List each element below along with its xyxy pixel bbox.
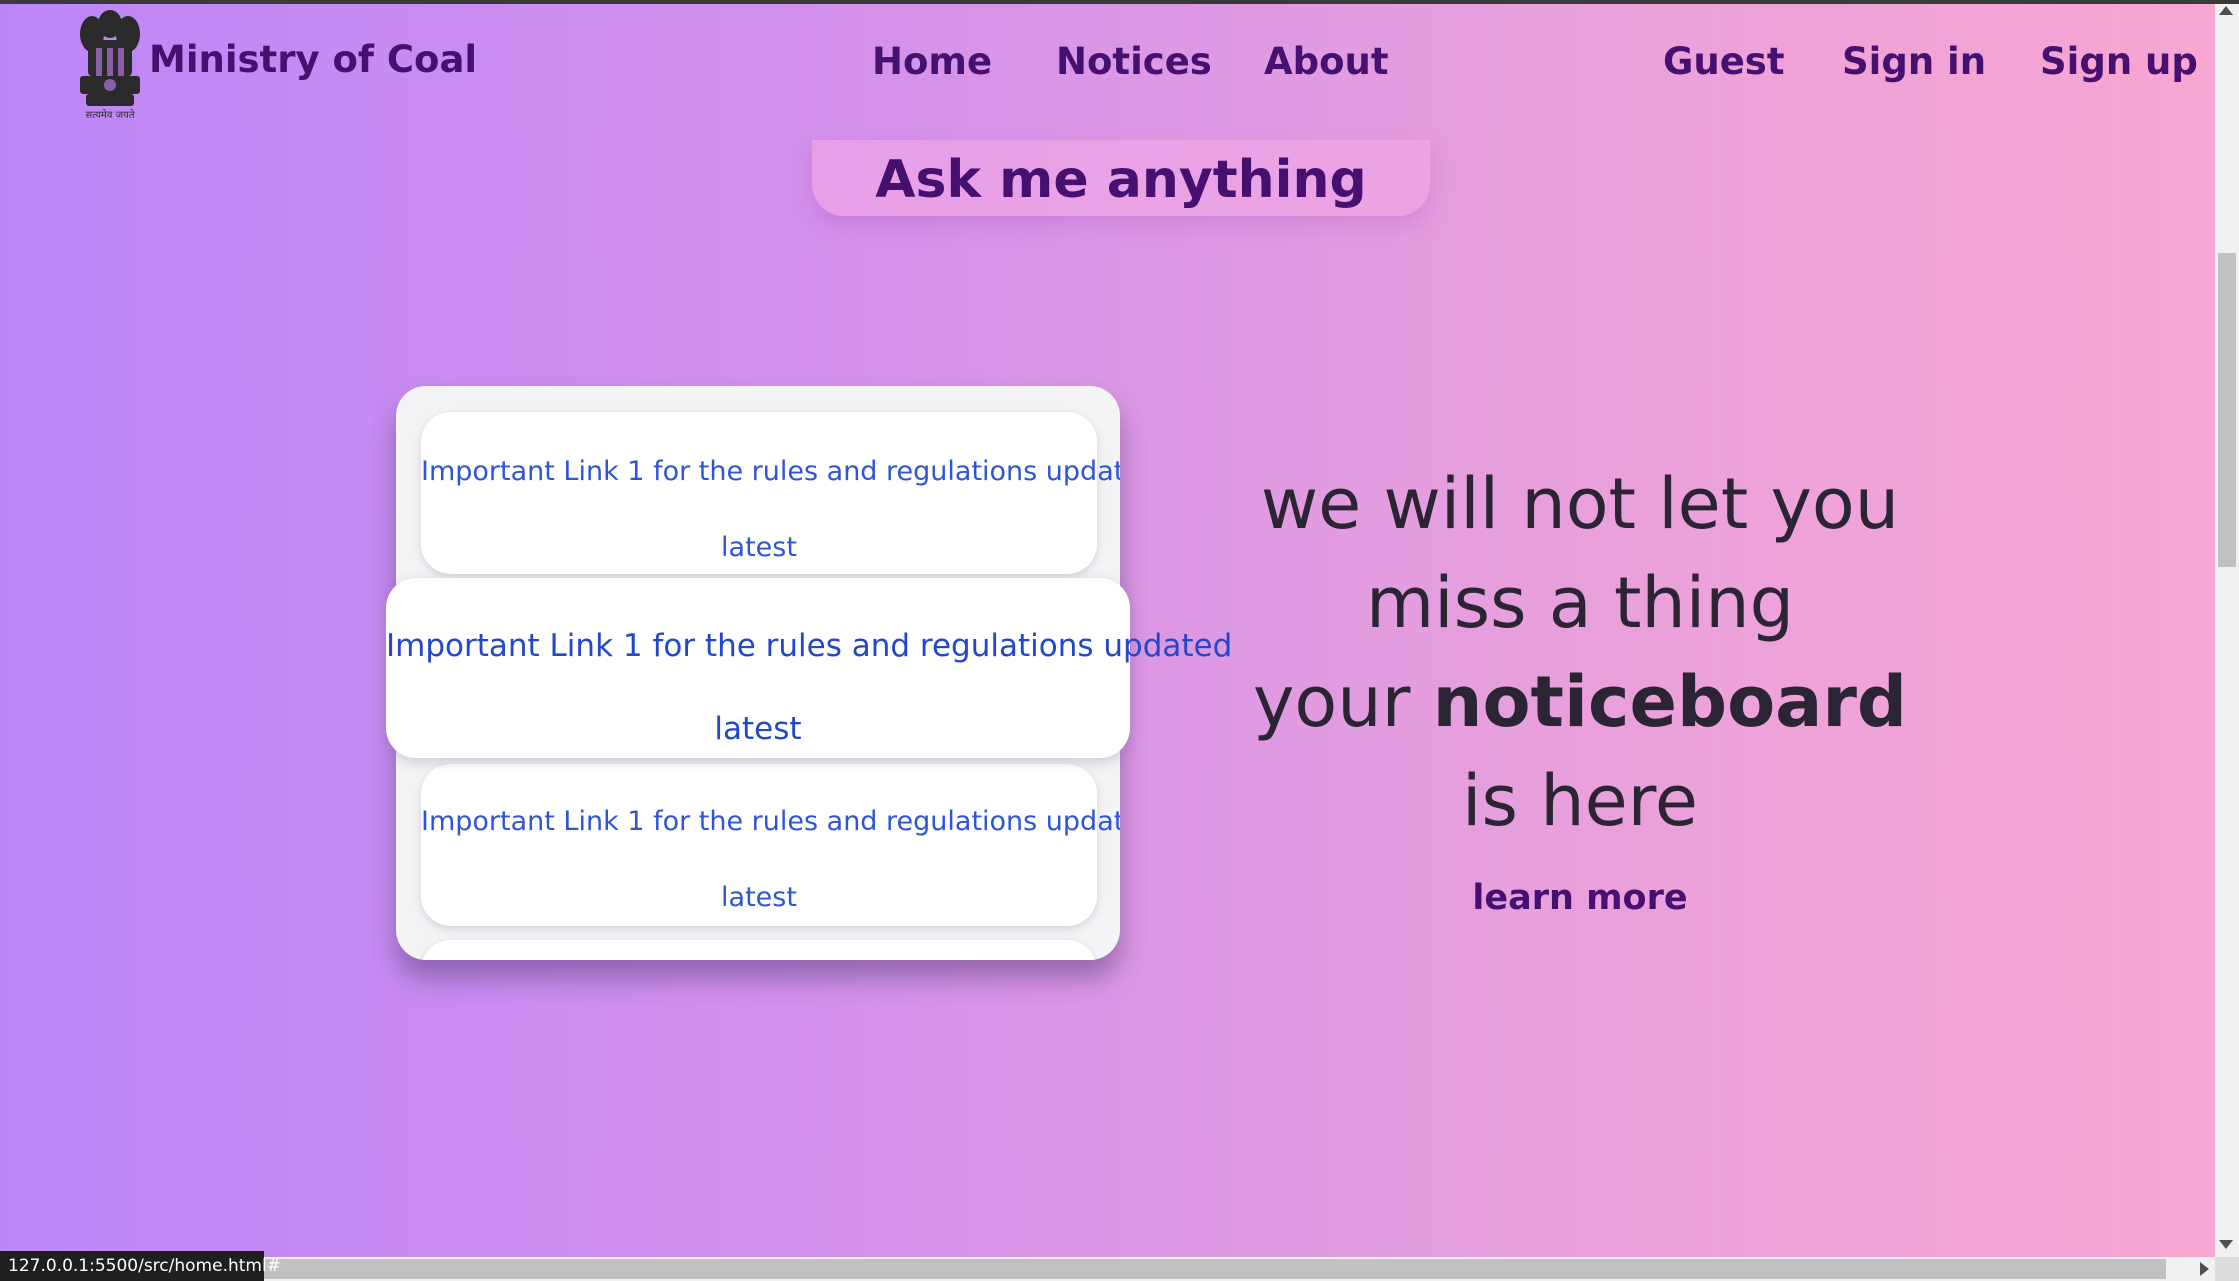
notice-link-text[interactable]: latest — [386, 711, 1130, 747]
horizontal-scroll-thumb[interactable] — [262, 1259, 2166, 1279]
ask-me-anything-label: Ask me anything — [875, 150, 1367, 210]
nav-notices[interactable]: Notices — [1056, 40, 1212, 83]
scroll-down-arrow-icon[interactable] — [2219, 1240, 2233, 1249]
window-top-border — [0, 0, 2239, 4]
hero-line: miss a thing — [1365, 562, 1795, 644]
notice-card[interactable]: Important Link 1 for the rules and regul… — [421, 764, 1120, 926]
notice-link-text[interactable]: latest — [421, 532, 1097, 563]
scrollbar-corner — [2215, 1257, 2239, 1281]
nav-home[interactable]: Home — [872, 40, 992, 83]
vertical-scrollbar[interactable] — [2215, 4, 2239, 1257]
learn-more-link[interactable]: learn more — [1380, 878, 1780, 918]
sign-in-link[interactable]: Sign in — [1842, 40, 1986, 83]
hero-line: your noticeboard — [1180, 653, 1980, 752]
scroll-up-arrow-icon[interactable] — [2219, 6, 2233, 15]
page: सत्यमेव जयते Ministry of Coal Home Notic… — [0, 0, 2215, 1257]
hero-line: we will not let you — [1260, 463, 1900, 545]
status-bar-url: 127.0.0.1:5500/src/home.html# — [0, 1251, 281, 1281]
nav-about[interactable]: About — [1264, 40, 1389, 83]
notice-card[interactable]: Important Link 1 for the rules and regul… — [421, 412, 1120, 574]
notice-link-text[interactable]: latest — [421, 882, 1097, 913]
brand-title[interactable]: Ministry of Coal — [149, 38, 477, 81]
notice-link-text[interactable]: Important Link 1 for the rules and regul… — [421, 456, 1120, 487]
hero-line: is here — [1462, 760, 1698, 842]
notice-card-hovered[interactable]: Important Link 1 for the rules and regul… — [386, 578, 1232, 758]
emblem-logo[interactable]: सत्यमेव जयते — [74, 4, 146, 122]
ask-me-anything-button[interactable]: Ask me anything — [812, 140, 1430, 216]
emblem-motto: सत्यमेव जयते — [85, 109, 134, 121]
vertical-scroll-thumb[interactable] — [2218, 253, 2236, 567]
sign-up-link[interactable]: Sign up — [2040, 40, 2198, 83]
hero-highlight: noticeboard — [1432, 661, 1908, 743]
hero-line-prefix: your — [1252, 661, 1433, 743]
notice-card-partial[interactable] — [421, 940, 1097, 960]
notice-link-text[interactable]: Important Link 1 for the rules and regul… — [421, 806, 1120, 837]
hero-tagline: we will not let you miss a thing your no… — [1180, 455, 1980, 851]
scroll-right-arrow-icon[interactable] — [2200, 1262, 2209, 1276]
notice-link-text[interactable]: Important Link 1 for the rules and regul… — [386, 628, 1232, 664]
nav-guest[interactable]: Guest — [1663, 40, 1785, 83]
browser-viewport: सत्यमेव जयते Ministry of Coal Home Notic… — [0, 0, 2239, 1281]
